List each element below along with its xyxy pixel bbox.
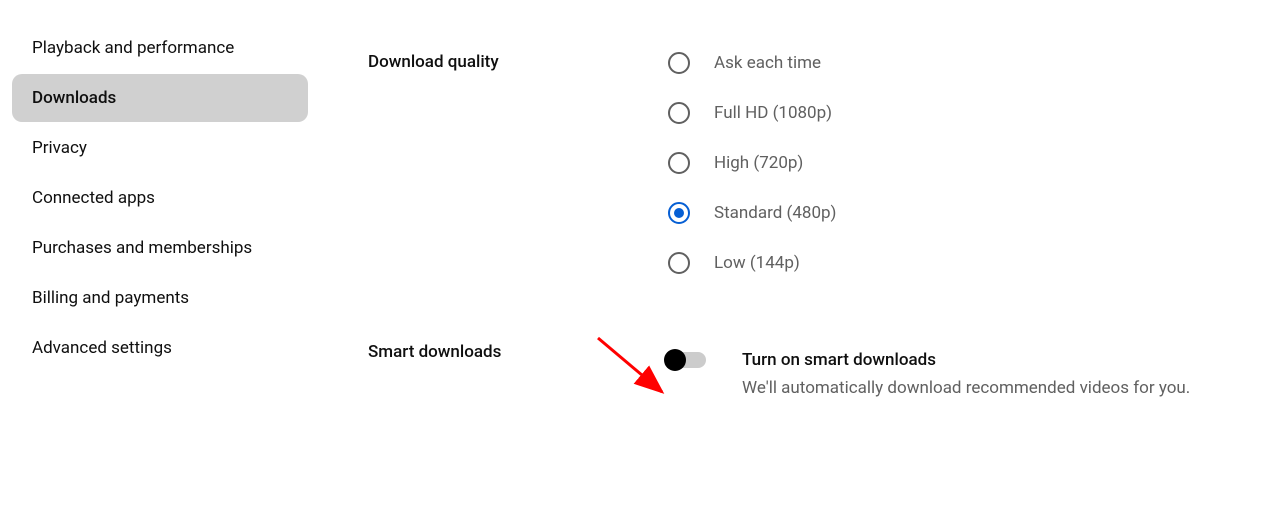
radio-label: High (720p)	[714, 153, 803, 173]
radio-option-1080p[interactable]: Full HD (1080p)	[668, 102, 1279, 124]
sidebar-item-playback[interactable]: Playback and performance	[12, 24, 308, 72]
radio-icon	[668, 102, 690, 124]
smart-downloads-label: Smart downloads	[368, 342, 668, 398]
radio-label: Standard (480p)	[714, 203, 836, 223]
smart-downloads-toggle[interactable]	[668, 352, 706, 368]
radio-option-480p[interactable]: Standard (480p)	[668, 202, 1279, 224]
sidebar-item-connected-apps[interactable]: Connected apps	[12, 174, 308, 222]
radio-label: Ask each time	[714, 53, 821, 73]
sidebar-item-privacy[interactable]: Privacy	[12, 124, 308, 172]
radio-option-720p[interactable]: High (720p)	[668, 152, 1279, 174]
smart-downloads-text: Turn on smart downloads We'll automatica…	[742, 350, 1279, 398]
sidebar-item-purchases[interactable]: Purchases and memberships	[12, 224, 308, 272]
smart-downloads-toggle-row: Turn on smart downloads We'll automatica…	[668, 350, 1279, 398]
toggle-description: We'll automatically download recommended…	[742, 378, 1279, 398]
settings-main: Download quality Ask each time Full HD (…	[320, 24, 1279, 438]
download-quality-label: Download quality	[368, 52, 668, 302]
sidebar-item-downloads[interactable]: Downloads	[12, 74, 308, 122]
radio-icon	[668, 252, 690, 274]
sidebar-item-billing[interactable]: Billing and payments	[12, 274, 308, 322]
sidebar-item-advanced[interactable]: Advanced settings	[12, 324, 308, 372]
download-quality-options: Ask each time Full HD (1080p) High (720p…	[668, 52, 1279, 302]
settings-sidebar: Playback and performance Downloads Priva…	[0, 24, 320, 438]
radio-icon	[668, 52, 690, 74]
toggle-title: Turn on smart downloads	[742, 350, 1279, 370]
radio-icon-selected	[668, 202, 690, 224]
radio-option-ask[interactable]: Ask each time	[668, 52, 1279, 74]
download-quality-section: Download quality Ask each time Full HD (…	[368, 52, 1279, 302]
radio-option-144p[interactable]: Low (144p)	[668, 252, 1279, 274]
radio-icon	[668, 152, 690, 174]
radio-label: Full HD (1080p)	[714, 103, 832, 123]
smart-downloads-section: Smart downloads Turn on smart downloads …	[368, 342, 1279, 398]
radio-label: Low (144p)	[714, 253, 800, 273]
